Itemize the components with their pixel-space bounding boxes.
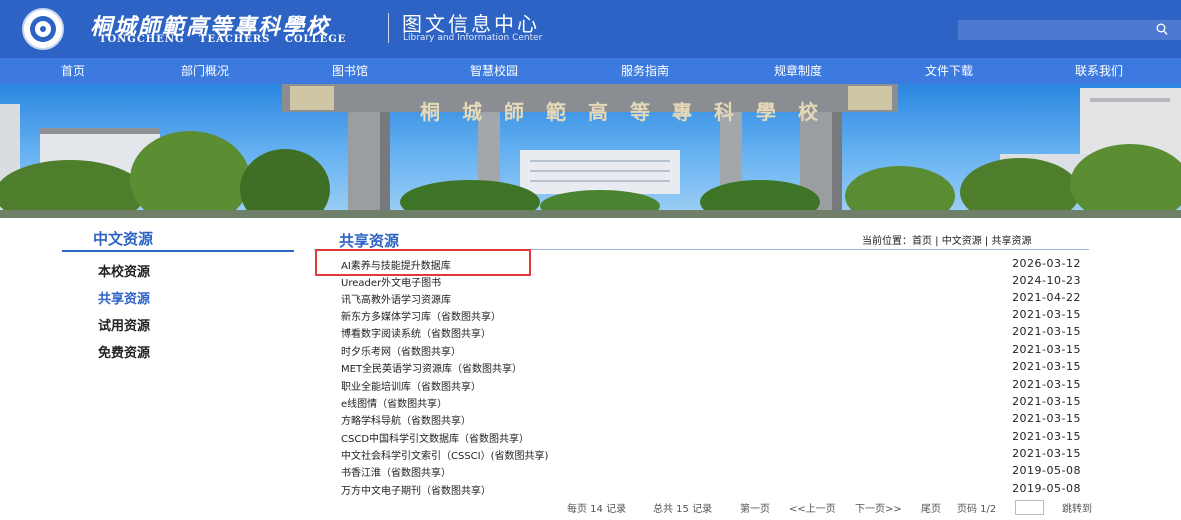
nav-item-contact[interactable]: 联系我们 — [1075, 58, 1123, 84]
list-item-title[interactable]: 讯飞高教外语学习资源库 — [341, 291, 451, 306]
list-item[interactable]: 职业全能培训库（省数图共享） 2021-03-15 — [341, 376, 1081, 393]
list-item-title[interactable]: MET全民英语学习资源库（省数图共享） — [341, 360, 522, 375]
pager-total: 总共 15 记录 — [653, 504, 713, 515]
page-title: 共享资源 — [339, 232, 400, 250]
list-item-title[interactable]: e线图情（省数图共享） — [341, 395, 447, 410]
list-item-date: 2021-03-15 — [1012, 430, 1081, 443]
library-name-en: Library and Information Center — [403, 33, 543, 43]
list-item[interactable]: 新东方多媒体学习库（省数图共享） 2021-03-15 — [341, 306, 1081, 323]
list-item[interactable]: CSCD中国科学引文数据库（省数图共享） 2021-03-15 — [341, 428, 1081, 445]
pager-page-info: 页码 1/2 — [957, 504, 997, 515]
list-item-title[interactable]: CSCD中国科学引文数据库（省数图共享） — [341, 430, 529, 445]
pager-first-link[interactable]: 第一页 — [740, 500, 770, 515]
list-item[interactable]: 中文社会科学引文索引（CSSCI）(省数图共享) 2021-03-15 — [341, 445, 1081, 462]
pager-jump-input[interactable] — [1015, 500, 1044, 515]
gate-inscription: 桐城師範高等專科學校 — [420, 100, 840, 124]
nav-item-departments[interactable]: 部门概况 — [181, 58, 229, 84]
list-item-date: 2021-03-15 — [1012, 412, 1081, 425]
nav-item-library[interactable]: 图书馆 — [332, 58, 368, 84]
search-input[interactable] — [958, 20, 1158, 40]
sidebar-item-free-resources[interactable]: 免费资源 — [98, 342, 150, 361]
pager-per-page: 每页 14 记录 — [567, 504, 627, 515]
list-item-title[interactable]: 博看数字阅读系统（省数图共享） — [341, 325, 491, 340]
college-logo[interactable] — [22, 8, 64, 50]
college-name-en: TONGCHENG TEACHERS COLLEGE — [99, 34, 347, 45]
list-item-title[interactable]: 职业全能培训库（省数图共享） — [341, 378, 481, 393]
sidebar-item-local-resources[interactable]: 本校资源 — [98, 261, 150, 280]
nav-item-regulations[interactable]: 规章制度 — [774, 58, 822, 84]
list-item[interactable]: 讯飞高教外语学习资源库 2021-04-22 — [341, 289, 1081, 306]
list-item-date: 2021-03-15 — [1012, 325, 1081, 338]
nav-item-service-guide[interactable]: 服务指南 — [621, 58, 669, 84]
list-item-title[interactable]: 万方中文电子期刊（省数图共享） — [341, 482, 491, 497]
pager-prev-link[interactable]: <<上一页 — [789, 500, 836, 515]
sidebar-title: 中文资源 — [93, 230, 154, 248]
search-box — [958, 20, 1181, 40]
list-item-date: 2021-04-22 — [1012, 291, 1081, 304]
nav-item-downloads[interactable]: 文件下载 — [925, 58, 973, 84]
list-item-date: 2021-03-15 — [1012, 343, 1081, 356]
list-item[interactable]: MET全民英语学习资源库（省数图共享） 2021-03-15 — [341, 358, 1081, 375]
list-item-date: 2019-05-08 — [1012, 464, 1081, 477]
main-nav: 首页 部门概况 图书馆 智慧校园 服务指南 规章制度 文件下载 联系我们 — [0, 58, 1181, 84]
list-item[interactable]: 万方中文电子期刊（省数图共享） 2019-05-08 — [341, 480, 1081, 497]
search-icon[interactable] — [1156, 23, 1168, 37]
pager-last-link[interactable]: 尾页 — [921, 500, 941, 515]
list-item[interactable]: 方略学科导航（省数图共享） 2021-03-15 — [341, 410, 1081, 427]
list-item-date: 2021-03-15 — [1012, 378, 1081, 391]
sidebar-item-trial-resources[interactable]: 试用资源 — [98, 315, 150, 334]
list-item-title[interactable]: 新东方多媒体学习库（省数图共享） — [341, 308, 501, 323]
list-item-date: 2024-10-23 — [1012, 274, 1081, 287]
list-item[interactable]: e线图情（省数图共享） 2021-03-15 — [341, 393, 1081, 410]
campus-banner: 桐城師範高等專科學校 — [0, 84, 1181, 218]
list-item-date: 2021-03-15 — [1012, 360, 1081, 373]
sidebar-item-shared-resources[interactable]: 共享资源 — [98, 288, 150, 307]
nav-item-home[interactable]: 首页 — [61, 58, 85, 84]
nav-item-smart-campus[interactable]: 智慧校园 — [470, 58, 518, 84]
pager-next-link[interactable]: 下一页>> — [855, 500, 902, 515]
list-item[interactable]: 博看数字阅读系统（省数图共享） 2021-03-15 — [341, 323, 1081, 340]
list-item-date: 2026-03-12 — [1012, 257, 1081, 270]
list-item[interactable]: 时夕乐考网（省数图共享） 2021-03-15 — [341, 341, 1081, 358]
list-item-date: 2021-03-15 — [1012, 447, 1081, 460]
pager-jump-button[interactable]: 跳转到 — [1062, 500, 1092, 515]
sidebar-divider — [62, 250, 294, 252]
site-header: 桐城師範高等專科學校 TONGCHENG TEACHERS COLLEGE 图文… — [0, 0, 1181, 58]
list-item[interactable]: 书香江淮（省数图共享） 2019-05-08 — [341, 462, 1081, 479]
list-item-title[interactable]: 方略学科导航（省数图共享） — [341, 412, 471, 427]
list-item-date: 2019-05-08 — [1012, 482, 1081, 495]
list-item-date: 2021-03-15 — [1012, 395, 1081, 408]
list-item-title[interactable]: 中文社会科学引文索引（CSSCI）(省数图共享) — [341, 447, 548, 462]
header-divider — [388, 13, 389, 43]
list-item-title[interactable]: Ureader外文电子图书 — [341, 274, 441, 289]
list-item-date: 2021-03-15 — [1012, 308, 1081, 321]
highlight-box — [315, 249, 531, 276]
breadcrumb: 当前位置：首页 | 中文资源 | 共享资源 — [862, 236, 1032, 247]
list-item-title[interactable]: 时夕乐考网（省数图共享） — [341, 343, 461, 358]
list-item-title[interactable]: 书香江淮（省数图共享） — [341, 464, 451, 479]
